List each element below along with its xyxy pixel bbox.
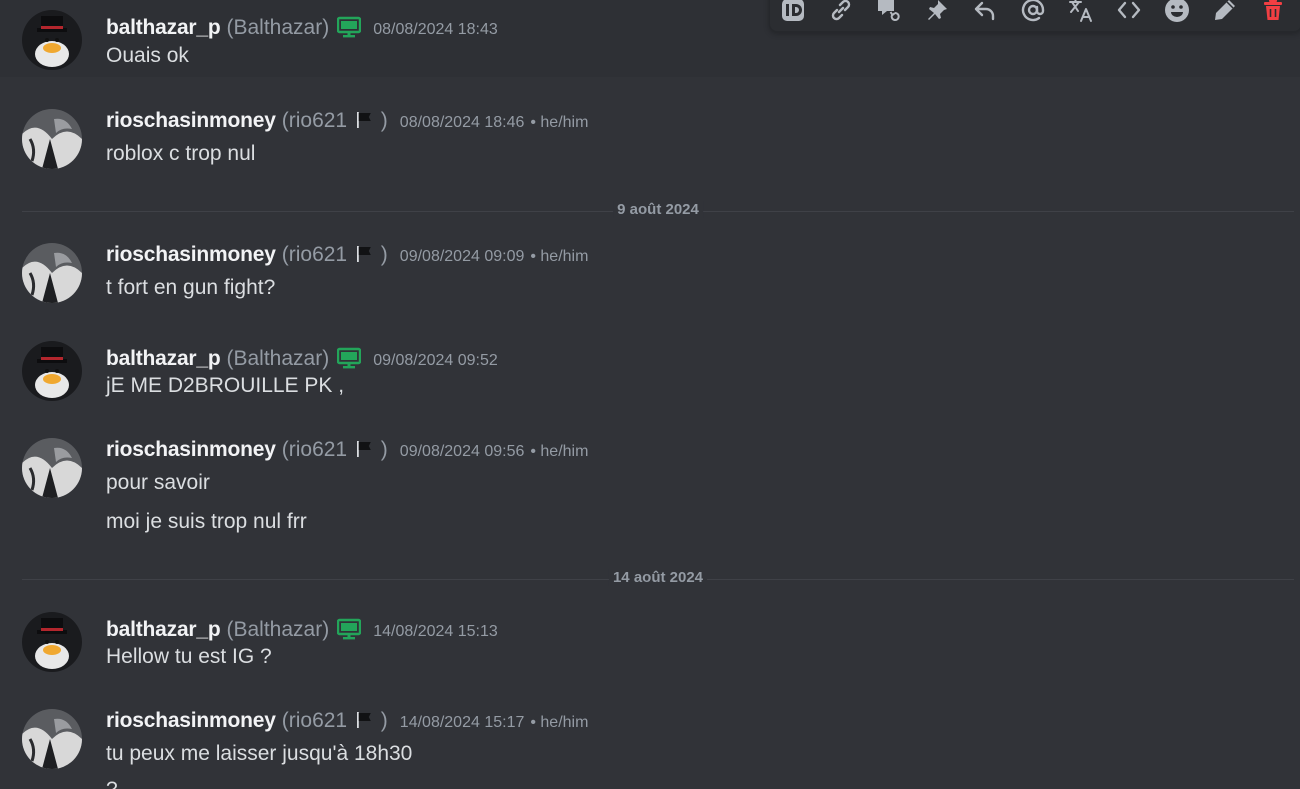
message-timestamp[interactable]: 14/08/2024 15:17: [400, 714, 525, 732]
message-content: t fort en gun fight?: [106, 276, 276, 299]
translate-icon[interactable]: [1064, 0, 1098, 25]
message-display-name: (Balthazar): [226, 347, 330, 370]
message-content: Hellow tu est IG ?: [106, 645, 272, 668]
message-item[interactable]: balthazar_p (Balthazar) 14/08/2024 15:13…: [0, 601, 1300, 683]
emoji-icon[interactable]: [1160, 0, 1194, 25]
message-content: Ouais ok: [106, 44, 189, 67]
message-content: roblox c trop nul: [106, 142, 256, 165]
link-icon[interactable]: [824, 0, 858, 25]
message-timestamp[interactable]: 08/08/2024 18:43: [373, 21, 498, 39]
message-content: pour savoir: [106, 471, 210, 494]
message-display-name: (rio621 ): [281, 109, 388, 132]
message-timestamp[interactable]: 09/08/2024 09:52: [373, 352, 498, 370]
avatar-balthazar[interactable]: [22, 341, 82, 401]
message-content: ?: [106, 778, 118, 789]
message-toolbar: [769, 0, 1300, 32]
message-content: jE ME D2BROUILLE PK ,: [106, 374, 345, 397]
mention-icon[interactable]: [1016, 0, 1050, 25]
forward-icon[interactable]: [872, 0, 906, 25]
message-pronouns: • he/him: [530, 443, 589, 460]
reply-icon[interactable]: [968, 0, 1002, 25]
date-divider: 14 août 2024: [22, 569, 1294, 586]
message-item[interactable]: balthazar_p (Balthazar) 09/08/2024 09:52…: [0, 330, 1300, 412]
desktop-online-icon: [337, 617, 362, 641]
message-username[interactable]: rioschasinmoney: [106, 243, 276, 267]
message-username[interactable]: balthazar_p: [106, 347, 221, 371]
desktop-online-icon: [337, 15, 362, 39]
code-icon[interactable]: [1112, 0, 1146, 25]
pin-icon[interactable]: [920, 0, 954, 25]
message-content: moi je suis trop nul frr: [106, 510, 307, 533]
message-username[interactable]: rioschasinmoney: [106, 709, 276, 733]
black-flag-icon: [356, 441, 371, 457]
black-flag-icon: [356, 246, 371, 262]
message-item[interactable]: rioschasinmoney (rio621 ) 08/08/2024 18:…: [0, 98, 1300, 180]
chat-messages: balthazar_p (Balthazar) 08/08/2024 18:43…: [0, 0, 1300, 789]
edit-icon[interactable]: [1208, 0, 1242, 25]
message-item[interactable]: rioschasinmoney (rio621 ) 14/08/2024 15:…: [0, 698, 1300, 789]
message-username[interactable]: rioschasinmoney: [106, 109, 276, 133]
message-username[interactable]: balthazar_p: [106, 16, 221, 40]
message-display-name: (rio621 ): [281, 438, 388, 461]
black-flag-icon: [356, 712, 371, 728]
desktop-online-icon: [337, 346, 362, 370]
message-display-name: (rio621 ): [281, 243, 388, 266]
black-flag-icon: [356, 112, 371, 128]
message-username[interactable]: rioschasinmoney: [106, 438, 276, 462]
avatar-rioschasinmoney[interactable]: [22, 438, 82, 498]
message-timestamp[interactable]: 14/08/2024 15:13: [373, 623, 498, 641]
date-divider: 9 août 2024: [22, 201, 1294, 218]
message-timestamp[interactable]: 09/08/2024 09:56: [400, 443, 525, 461]
avatar-rioschasinmoney[interactable]: [22, 243, 82, 303]
trash-icon[interactable]: [1256, 0, 1290, 25]
avatar-rioschasinmoney[interactable]: [22, 709, 82, 769]
message-timestamp[interactable]: 09/08/2024 09:09: [400, 248, 525, 266]
message-item[interactable]: rioschasinmoney (rio621 ) 09/08/2024 09:…: [0, 427, 1300, 547]
avatar-rioschasinmoney[interactable]: [22, 109, 82, 169]
avatar-balthazar[interactable]: [22, 10, 82, 70]
message-item[interactable]: rioschasinmoney (rio621 ) 09/08/2024 09:…: [0, 232, 1300, 314]
message-timestamp[interactable]: 08/08/2024 18:46: [400, 114, 525, 132]
message-pronouns: • he/him: [530, 248, 589, 265]
message-display-name: (Balthazar): [226, 16, 330, 39]
avatar-balthazar[interactable]: [22, 612, 82, 672]
message-display-name: (rio621 ): [281, 709, 388, 732]
date-divider-label: 14 août 2024: [608, 569, 708, 586]
id-icon[interactable]: [776, 0, 810, 25]
message-display-name: (Balthazar): [226, 618, 330, 641]
message-username[interactable]: balthazar_p: [106, 618, 221, 642]
date-divider-label: 9 août 2024: [613, 201, 703, 218]
message-pronouns: • he/him: [530, 714, 589, 731]
message-pronouns: • he/him: [530, 114, 589, 131]
message-content: tu peux me laisser jusqu'à 18h30: [106, 742, 413, 765]
